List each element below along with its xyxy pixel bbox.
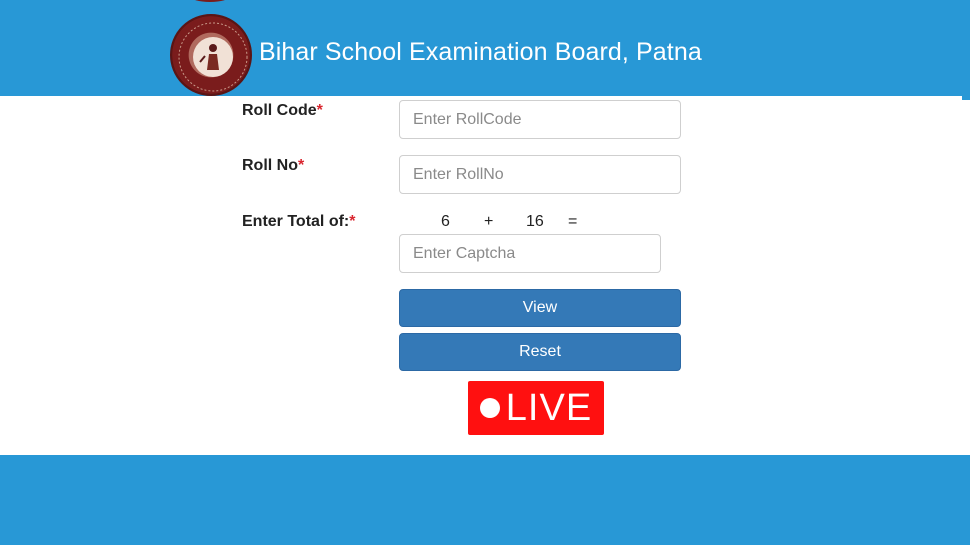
required-mark: * xyxy=(298,157,305,174)
record-dot-icon xyxy=(479,398,500,418)
view-button[interactable]: View xyxy=(399,289,681,327)
roll-code-input[interactable] xyxy=(399,100,681,139)
captcha-equals: = xyxy=(568,213,578,230)
captcha-operand-b: 16 xyxy=(526,213,544,230)
reset-button[interactable]: Reset xyxy=(399,333,681,371)
site-footer xyxy=(0,455,970,545)
roll-code-label-text: Roll Code xyxy=(242,102,317,119)
live-text: LIVE xyxy=(505,386,593,429)
captcha-input[interactable] xyxy=(399,234,661,273)
captcha-label-text: Enter Total of: xyxy=(242,213,350,230)
live-badge: LIVE xyxy=(468,381,604,435)
captcha-operator: + xyxy=(484,213,494,230)
roll-no-label: Roll No* xyxy=(242,157,304,175)
captcha-operand-a: 6 xyxy=(441,213,450,230)
required-mark: * xyxy=(349,213,356,230)
bseb-seal-logo[interactable] xyxy=(170,14,252,96)
captcha-label: Enter Total of:* xyxy=(242,213,355,231)
seal-emblem-icon xyxy=(178,22,248,92)
roll-code-label: Roll Code* xyxy=(242,102,323,120)
header-edge xyxy=(962,92,970,100)
roll-no-label-text: Roll No xyxy=(242,157,298,174)
roll-no-input[interactable] xyxy=(399,155,681,194)
site-title: Bihar School Examination Board, Patna xyxy=(259,38,702,66)
required-mark: * xyxy=(316,102,323,119)
